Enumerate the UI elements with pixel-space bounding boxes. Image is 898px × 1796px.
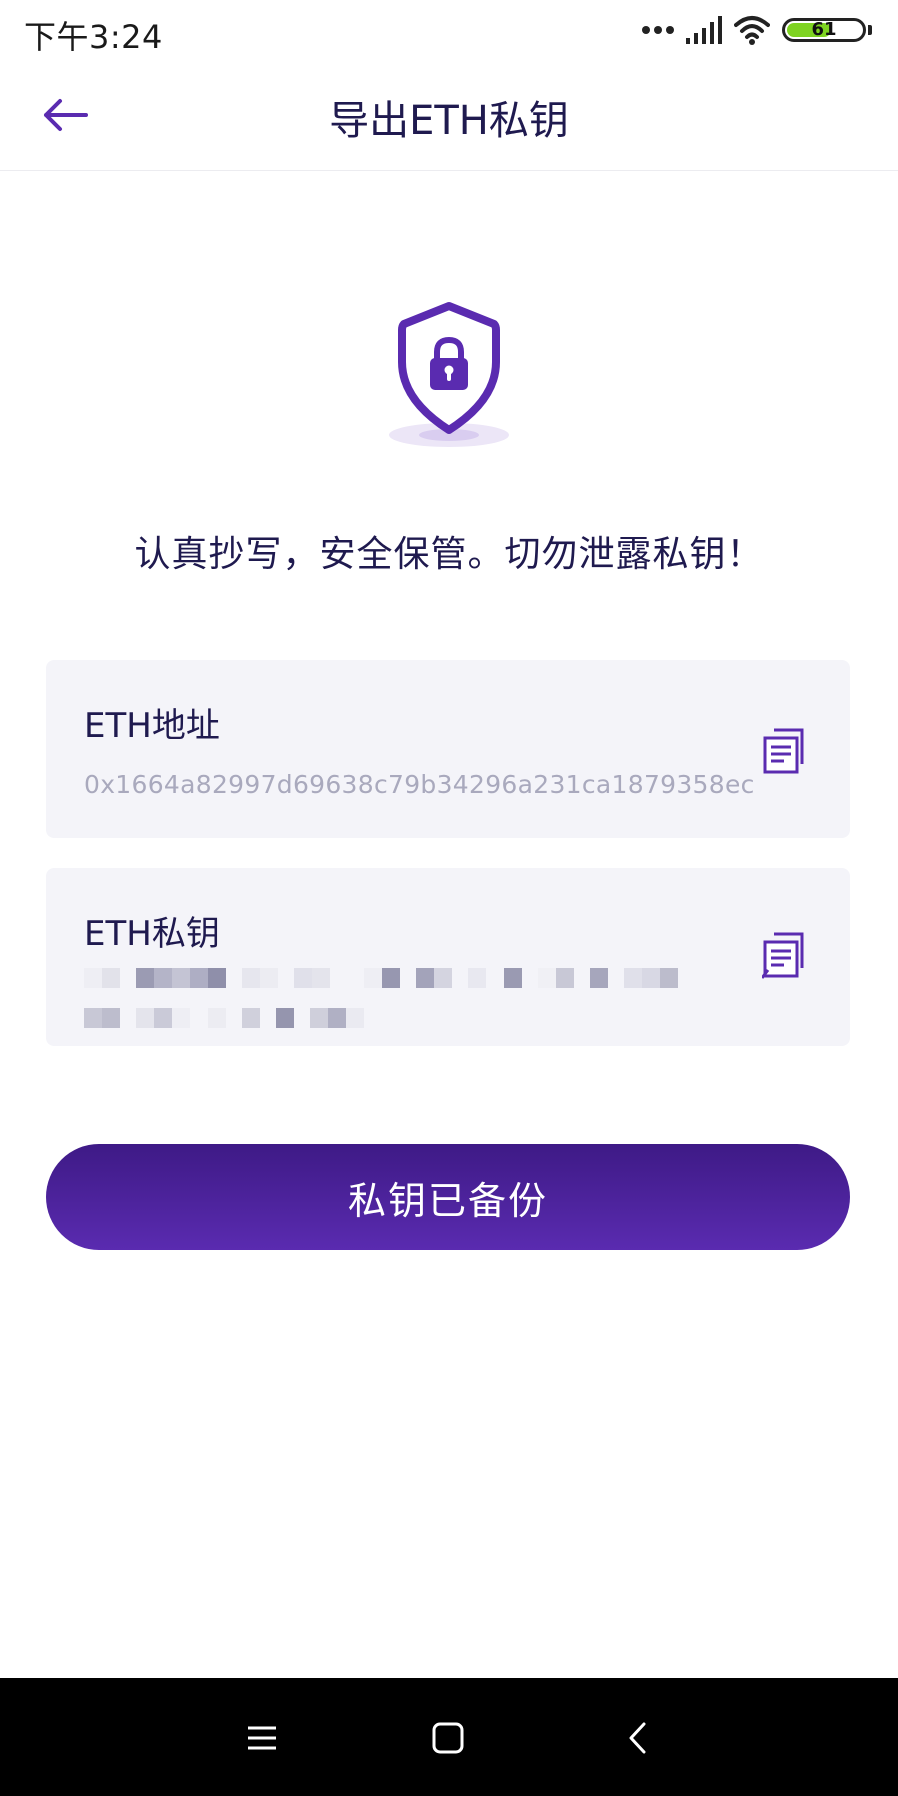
status-time: 下午3:24 [24,18,163,56]
pixel-block [660,968,678,988]
pixel-block [556,968,574,988]
pixel-block [642,968,660,988]
pixel-block [364,968,382,988]
pixel-block [260,968,278,988]
wifi-icon [734,16,770,45]
pixel-block [154,968,172,988]
pixel-block [208,1008,226,1028]
copy-icon [763,728,804,774]
status-icons: 61 [642,14,872,46]
pixel-block [172,1008,190,1028]
address-value[interactable]: 0x1664a82997d69638c79b34296a231ca1879358… [84,770,755,799]
nav-back-button[interactable] [608,1708,668,1768]
menu-icon [248,1726,276,1750]
pixel-block [242,968,260,988]
pixel-block [382,968,400,988]
home-button[interactable] [418,1708,478,1768]
page-title: 导出ETH私钥 [329,98,569,144]
pixel-block [434,968,452,988]
pixel-block [624,968,642,988]
pixel-block [136,1008,154,1028]
back-icon [629,1722,646,1754]
more-dots-icon [642,26,674,34]
pixel-block [416,968,434,988]
pixel-block [294,968,312,988]
pixel-block [136,968,154,988]
private-key-card: ETH私钥 [46,868,850,1046]
pixel-block [172,968,190,988]
pixel-block [346,1008,364,1028]
pixel-block [154,1008,172,1028]
pixel-block [190,968,208,988]
battery-nub [868,25,872,35]
pixel-block [312,968,330,988]
address-card: ETH地址 0x1664a82997d69638c79b34296a231ca1… [46,660,850,838]
home-icon [432,1722,464,1754]
copy-private-key-button[interactable] [760,932,806,979]
private-key-label: ETH私钥 [84,914,220,954]
copy-address-button[interactable] [762,728,806,774]
pixel-block [208,968,226,988]
pixel-block [538,968,556,988]
copy-icon [760,932,804,979]
private-key-value-pixelated[interactable] [84,968,784,1038]
menu-button[interactable] [232,1708,292,1768]
header: 导出ETH私钥 [0,60,898,171]
pixel-block [328,1008,346,1028]
battery-icon: 61 [782,18,866,42]
screen: 下午3:24 61 导出ETH私钥 认真抄写，安全保管。切勿泄露私钥！ ETH地… [0,0,898,1796]
pixel-block [276,1008,294,1028]
status-bar: 下午3:24 61 [0,0,898,60]
signal-icon [686,16,722,44]
shield-lock-icon [380,296,518,456]
pixel-block [242,1008,260,1028]
pixel-block [84,1008,102,1028]
key-backed-up-button[interactable]: 私钥已备份 [46,1144,850,1250]
pixel-block [504,968,522,988]
battery-level: 61 [811,19,837,40]
pixel-block [468,968,486,988]
pixel-block [310,1008,328,1028]
pixel-block [590,968,608,988]
system-nav-bar [0,1678,898,1796]
address-label: ETH地址 [84,706,220,746]
pixel-block [84,968,102,988]
pixel-block [102,968,120,988]
pixel-block [102,1008,120,1028]
warning-text: 认真抄写，安全保管。切勿泄露私钥！ [134,534,764,575]
